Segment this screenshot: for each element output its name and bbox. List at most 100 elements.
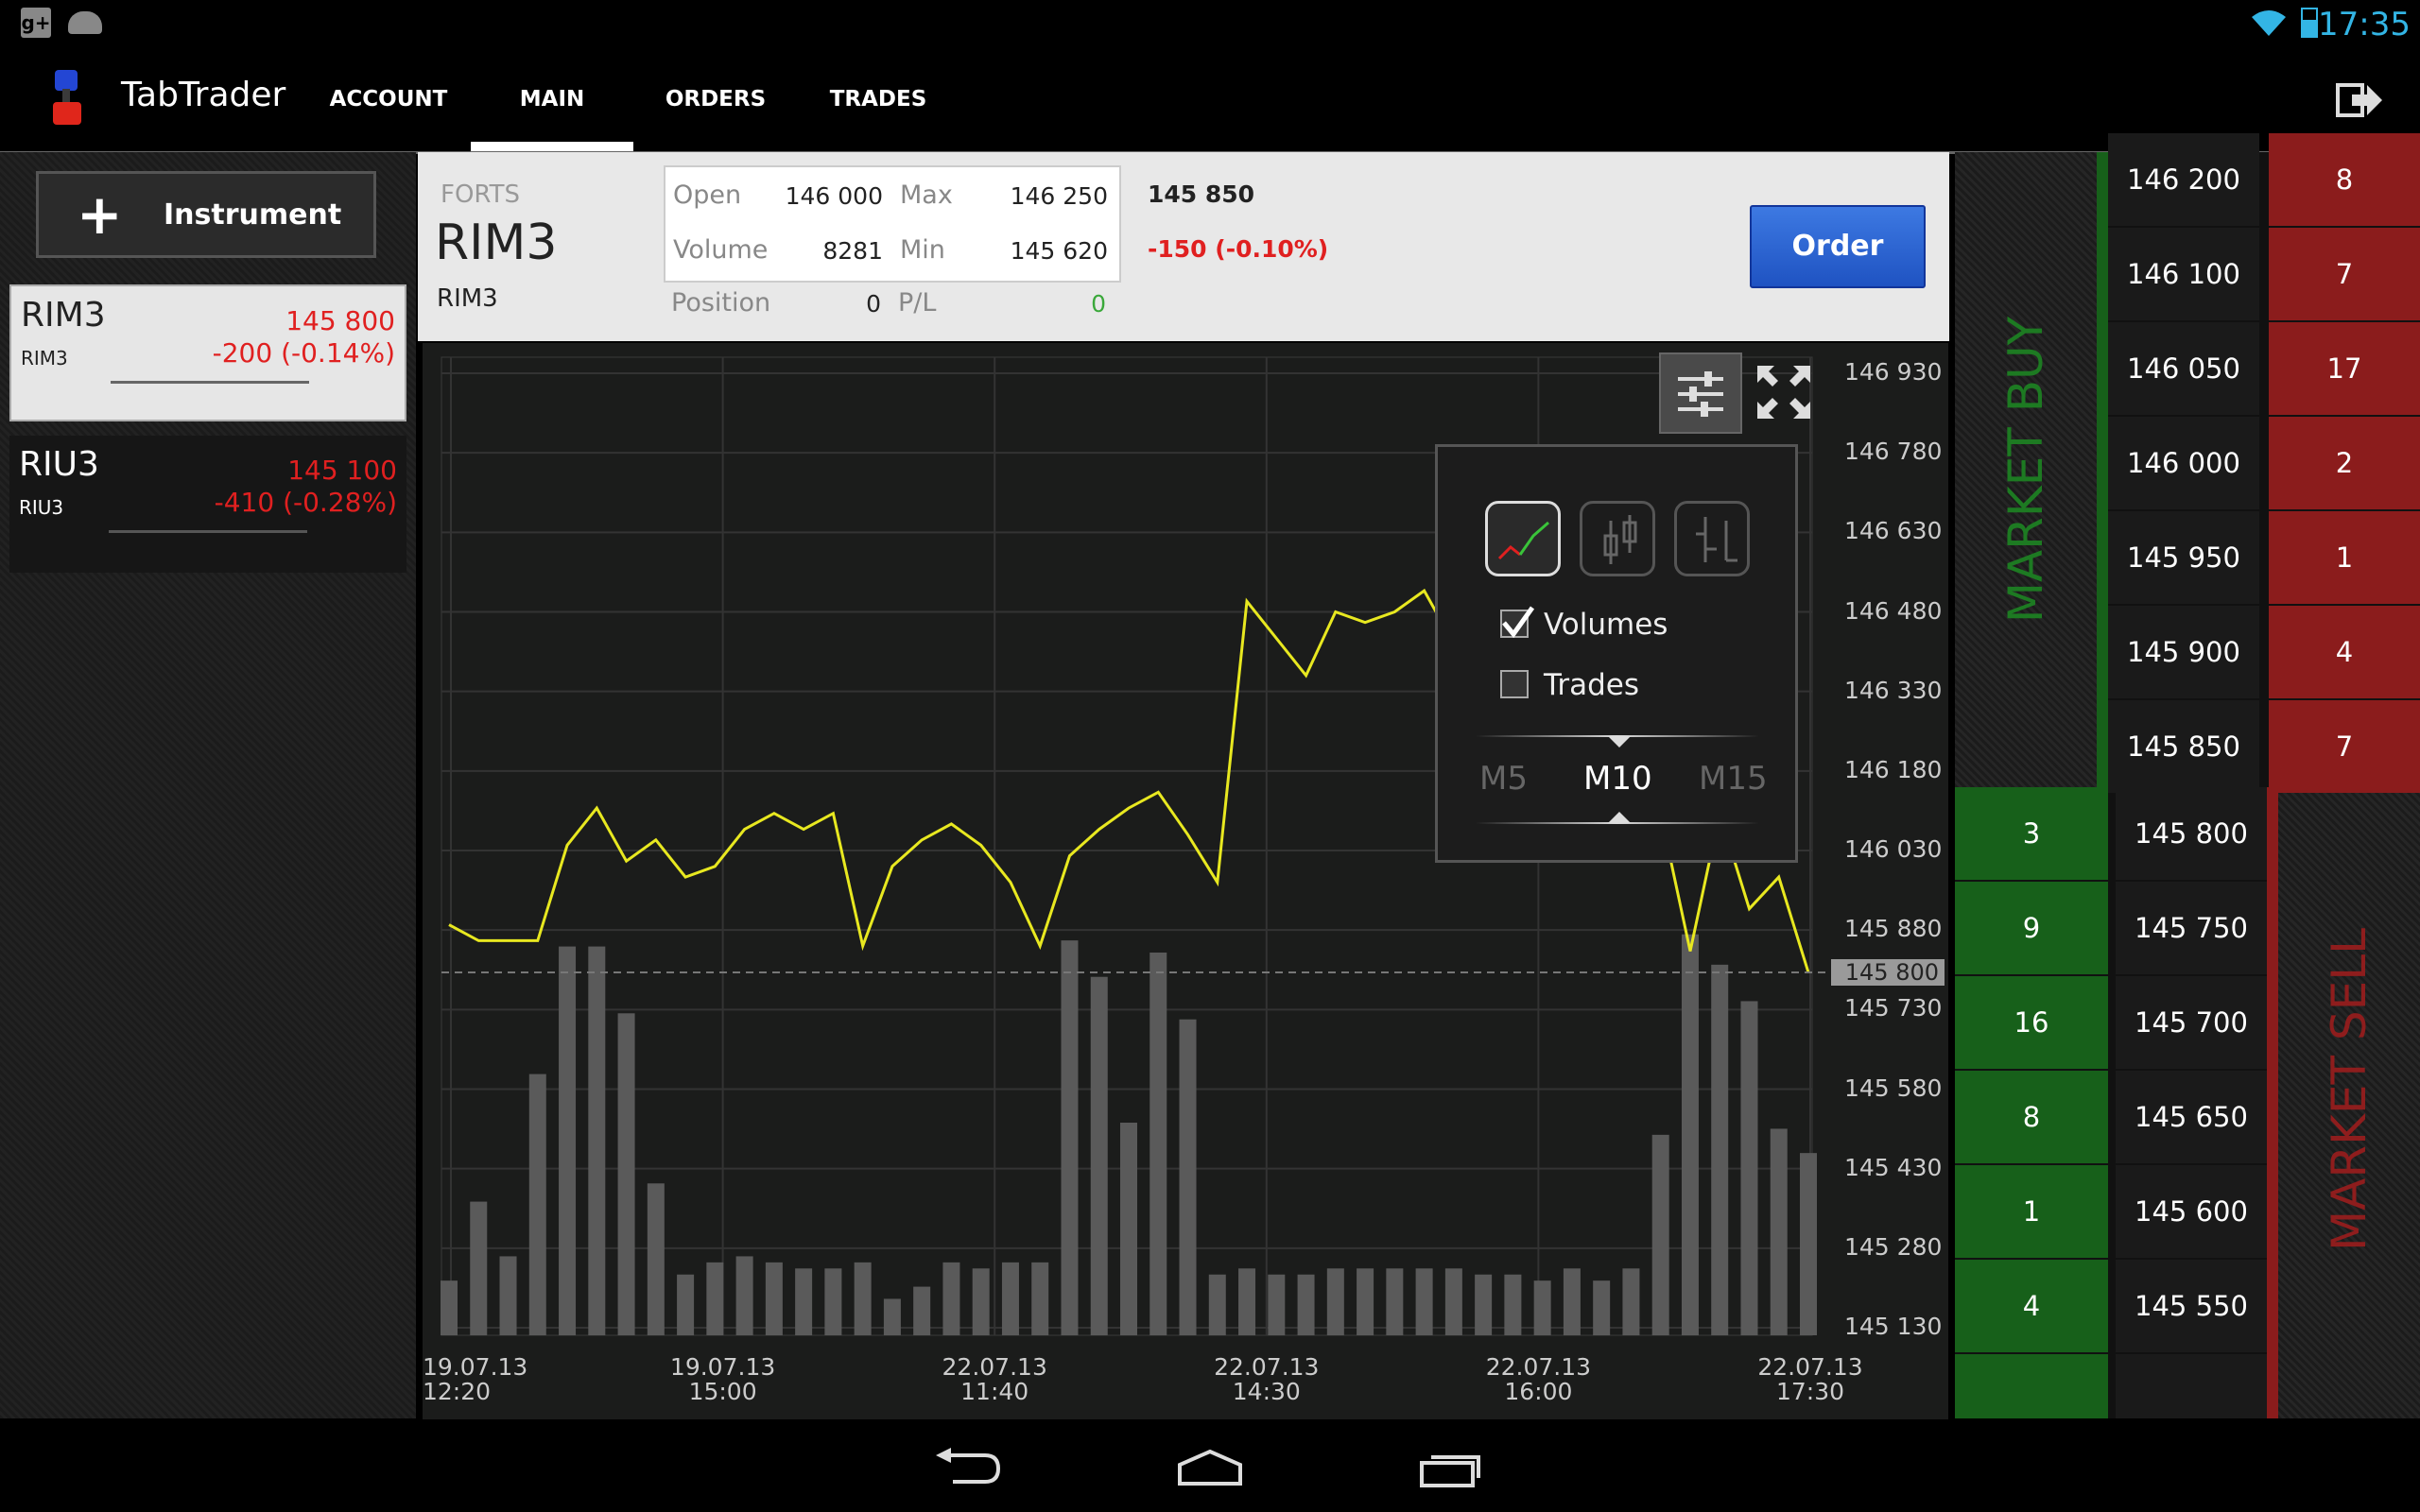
x-tick-time: 15:00 — [688, 1378, 757, 1405]
y-tick-label: 146 330 — [1844, 676, 1943, 704]
instrument-item-rim3[interactable]: RIM3 RIM3 145 800 -200 (-0.14%) — [9, 284, 406, 421]
volume-bar — [1238, 1268, 1256, 1335]
ask-row[interactable]: 145 900 4 — [2108, 606, 2420, 700]
volume-bar — [1090, 976, 1108, 1335]
volume-bar — [1622, 1268, 1640, 1335]
volume-bar — [1031, 1262, 1049, 1335]
add-instrument-button[interactable]: + Instrument — [36, 171, 376, 258]
bid-row[interactable]: 145 700 16 — [1955, 976, 2267, 1071]
volume-bar — [528, 1074, 546, 1335]
order-button[interactable]: Order — [1750, 205, 1926, 288]
book-quantity: 17 — [2269, 322, 2420, 415]
x-tick-date: 19.07.13 — [423, 1353, 528, 1381]
tab-main[interactable]: MAIN — [471, 47, 633, 151]
tab-trades[interactable]: TRADES — [798, 47, 959, 151]
google-plus-icon: g+ — [21, 8, 51, 38]
volume-bar — [1711, 964, 1729, 1335]
market-sell-label: MARKET SELL — [2322, 928, 2377, 1251]
market-buy-button[interactable]: MARKET BUY — [1955, 152, 2097, 787]
volume-bar — [1268, 1274, 1286, 1335]
instrument-sub: RIU3 — [19, 496, 64, 519]
book-quantity: 1 — [1955, 1165, 2108, 1258]
volume-bar — [1770, 1128, 1788, 1335]
market-buy-label: MARKET BUY — [1998, 316, 2053, 624]
add-instrument-label: Instrument — [164, 198, 342, 232]
max-value: 146 250 — [1010, 182, 1108, 210]
volume-bar — [1593, 1280, 1611, 1335]
y-tick-label: 145 130 — [1844, 1313, 1943, 1340]
volume-bar — [1681, 934, 1699, 1335]
status-bar: g+ 17:35 — [0, 0, 2420, 47]
sliders-icon — [1678, 371, 1723, 417]
y-tick-label: 146 030 — [1844, 835, 1943, 863]
interval-m15[interactable]: M15 — [1699, 760, 1768, 798]
market-sell-button[interactable]: MARKET SELL — [2278, 787, 2420, 1418]
bid-row[interactable]: 145 750 9 — [1955, 882, 2267, 976]
book-price: 146 000 — [2108, 417, 2259, 509]
book-quantity: 1 — [2269, 511, 2420, 604]
recent-apps-icon[interactable] — [1418, 1450, 1486, 1487]
book-price: 145 850 — [2108, 700, 2259, 793]
volume-bar — [824, 1268, 842, 1335]
ohlc-bar-icon — [1696, 517, 1737, 562]
x-tick-date: 19.07.13 — [669, 1353, 776, 1381]
home-icon[interactable] — [1176, 1450, 1244, 1487]
back-icon[interactable] — [934, 1448, 1002, 1486]
book-quantity: 16 — [1955, 976, 2108, 1069]
min-value: 145 620 — [1010, 237, 1108, 265]
book-price: 145 700 — [2116, 976, 2267, 1069]
volume-bar — [1740, 1001, 1758, 1335]
ask-row[interactable]: 146 200 8 — [2108, 133, 2420, 228]
interval-m5[interactable]: M5 — [1479, 760, 1528, 798]
position-label: Position — [671, 288, 771, 318]
ask-row[interactable]: 145 950 1 — [2108, 511, 2420, 606]
x-tick-label: 22.07.13 17:30 — [1744, 1355, 1876, 1404]
trades-checkbox[interactable] — [1500, 670, 1529, 698]
x-tick-date: 22.07.13 — [942, 1353, 1047, 1381]
instrument-sparkline — [111, 381, 309, 384]
ask-row[interactable]: 146 100 7 — [2108, 228, 2420, 322]
volume-bar — [677, 1274, 695, 1335]
candlestick-icon — [1603, 515, 1637, 564]
instrument-change: -410 (-0.28%) — [214, 487, 397, 518]
bid-row[interactable]: 145 650 8 — [1955, 1071, 2267, 1165]
volume-bar — [706, 1262, 724, 1335]
position-value: 0 — [866, 290, 881, 318]
volume-bar — [1150, 953, 1167, 1335]
volume-bar — [942, 1262, 960, 1335]
bid-row[interactable]: 145 600 1 — [1955, 1165, 2267, 1260]
bid-row[interactable]: 145 800 3 — [1955, 787, 2267, 882]
x-tick-label: 19.07.13 15:00 — [657, 1355, 789, 1404]
volume-bar — [559, 946, 577, 1335]
volume-bar — [1179, 1019, 1197, 1335]
ask-row[interactable]: 145 850 7 — [2108, 700, 2420, 795]
volumes-checkbox[interactable] — [1500, 606, 1535, 639]
ask-row[interactable]: 146 000 2 — [2108, 417, 2420, 511]
min-label: Min — [900, 235, 945, 265]
y-tick-label: 146 180 — [1844, 755, 1943, 783]
tab-orders[interactable]: ORDERS — [637, 47, 794, 151]
plus-icon: + — [77, 182, 123, 247]
volume-bar — [795, 1268, 813, 1335]
instrument-name: RIU3 — [19, 445, 99, 484]
logout-icon[interactable] — [2335, 79, 2384, 121]
volume-bar — [765, 1262, 783, 1335]
market-sell-edge — [2267, 787, 2278, 1418]
chart-type-candle-button[interactable] — [1580, 501, 1655, 576]
fullscreen-icon[interactable] — [1754, 362, 1814, 422]
instrument-item-riu3[interactable]: RIU3 RIU3 145 100 -410 (-0.28%) — [9, 436, 406, 573]
chart-type-bar-button[interactable] — [1674, 501, 1750, 576]
book-quantity: 7 — [2269, 228, 2420, 320]
interval-m10[interactable]: M10 — [1583, 760, 1652, 798]
x-tick-label: 22.07.13 11:40 — [928, 1355, 1061, 1404]
tab-account[interactable]: ACCOUNT — [310, 47, 467, 151]
volume-label: Volume — [673, 235, 769, 265]
book-price: 145 900 — [2108, 606, 2259, 698]
book-quantity: 4 — [1955, 1260, 2108, 1352]
ask-row[interactable]: 146 050 17 — [2108, 322, 2420, 417]
chart-settings-button[interactable] — [1659, 352, 1742, 434]
app-logo-icon — [53, 70, 81, 125]
interval-picker-bottom-line — [1476, 822, 1759, 824]
bid-row[interactable]: 145 550 4 — [1955, 1260, 2267, 1354]
chart-type-line-button[interactable] — [1485, 501, 1561, 576]
